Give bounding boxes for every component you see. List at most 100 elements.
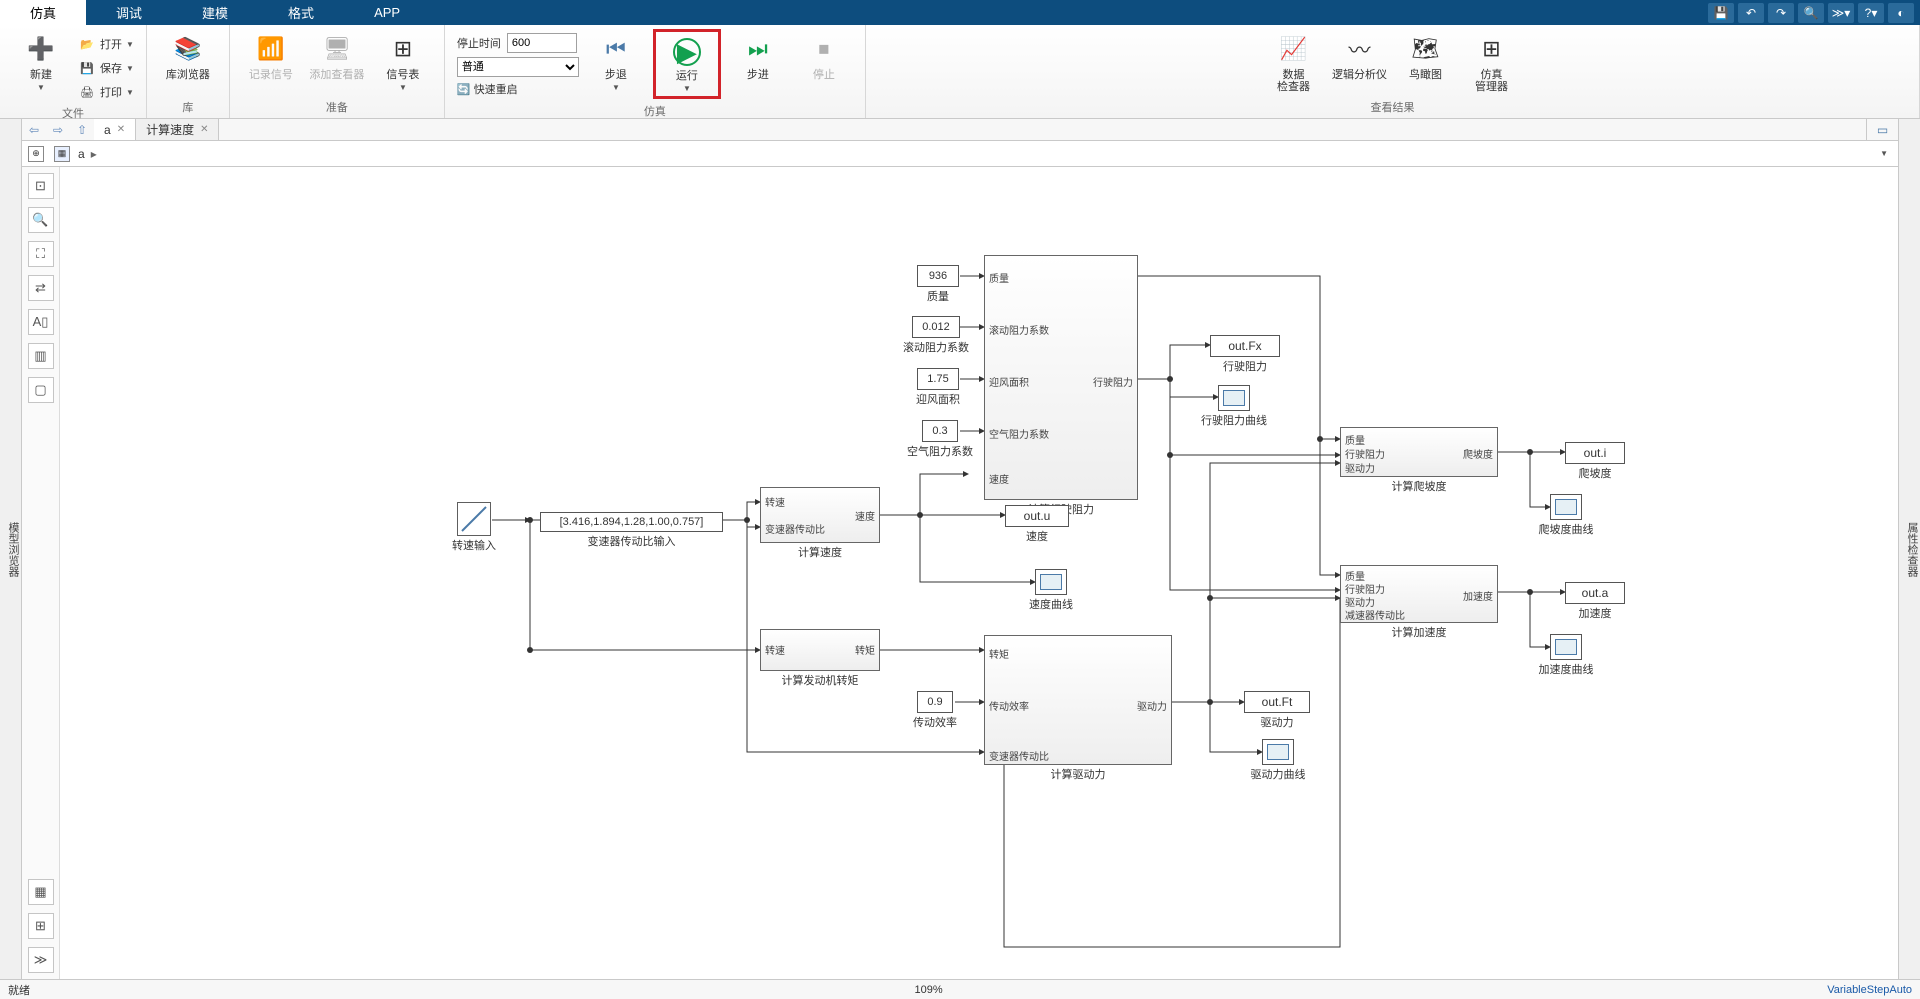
- simmgr-icon: ⊞: [1475, 33, 1507, 65]
- ribbon-group-review: 查看结果: [1370, 97, 1414, 118]
- more-icon[interactable]: ≫▾: [1828, 3, 1854, 23]
- block-aircoef[interactable]: 0.3空气阻力系数: [922, 420, 958, 442]
- status-solver[interactable]: VariableStepAuto: [1827, 984, 1912, 996]
- run-button[interactable]: ▶ 运行▼: [658, 34, 716, 94]
- block-calc-resistance[interactable]: 质量 滚动阻力系数 迎风面积 空气阻力系数 速度 行驶阻力 计算行驶阻力: [984, 255, 1138, 500]
- run-button-highlight: ▶ 运行▼: [653, 29, 721, 99]
- add-viewer-button[interactable]: 🖥 添加查看器: [308, 29, 366, 81]
- tab-simulation[interactable]: 仿真: [0, 0, 86, 25]
- save-icon[interactable]: 💾: [1708, 3, 1734, 23]
- block-calc-torque[interactable]: 转速 转矩 计算发动机转矩: [760, 629, 880, 671]
- breadcrumb-bar: ⊕ ▦ a ▸ ▼: [22, 141, 1898, 167]
- block-out-ft[interactable]: out.Ft驱动力: [1244, 691, 1310, 713]
- tab-format[interactable]: 格式: [258, 0, 344, 25]
- block-scope-i[interactable]: 爬坡度曲线: [1550, 494, 1582, 520]
- target-icon[interactable]: ⊕: [28, 146, 44, 162]
- ribbon-group-prepare: 准备: [326, 97, 348, 118]
- library-browser-button[interactable]: 📚 库浏览器: [159, 29, 217, 81]
- restart-icon: 🔄: [457, 84, 471, 96]
- tab-app[interactable]: APP: [344, 0, 430, 25]
- block-scope-u[interactable]: 速度曲线: [1035, 569, 1067, 595]
- block-scope-ft[interactable]: 驱动力曲线: [1262, 739, 1294, 765]
- block-calc-speed[interactable]: 转速 变速器传动比 速度 计算速度: [760, 487, 880, 543]
- birdeye-icon: 🗺: [1409, 33, 1441, 65]
- sim-manager-button[interactable]: ⊞ 仿真 管理器: [1462, 29, 1520, 93]
- fullscreen-icon[interactable]: ◐: [1888, 3, 1914, 23]
- print-button[interactable]: 🖨打印 ▼: [78, 81, 134, 103]
- step-back-icon: ⏮: [600, 33, 632, 65]
- data-inspector-button[interactable]: 📈 数据 检查器: [1264, 29, 1322, 93]
- status-bar: 就绪 109% VariableStepAuto: [0, 979, 1920, 999]
- table-icon: ⊞: [387, 33, 419, 65]
- breadcrumb-node[interactable]: a: [78, 147, 85, 161]
- block-out-u[interactable]: out.u速度: [1005, 505, 1069, 527]
- library-icon: 📚: [172, 33, 204, 65]
- stop-button[interactable]: ⏹ 停止: [795, 29, 853, 81]
- play-icon: ▶: [673, 38, 701, 66]
- area-button[interactable]: ▢: [28, 377, 54, 403]
- help-icon[interactable]: ?▾: [1858, 3, 1884, 23]
- ribbon: ➕ 新建▼ 📂打开 ▼ 💾保存 ▼ 🖨打印 ▼ 文件 📚 库浏览器 库: [0, 25, 1920, 119]
- image-button[interactable]: ▥: [28, 343, 54, 369]
- nav-back[interactable]: ⇦: [22, 119, 46, 140]
- close-icon[interactable]: ✕: [117, 124, 125, 135]
- redo-icon[interactable]: ↷: [1768, 3, 1794, 23]
- block-ramp[interactable]: 转速输入: [457, 502, 491, 536]
- step-forward-icon: ⏭: [742, 33, 774, 65]
- status-zoom[interactable]: 109%: [915, 984, 943, 996]
- block-calc-grade[interactable]: 质量 行驶阻力 驱动力 爬坡度 计算爬坡度: [1340, 427, 1498, 477]
- tab-modeling[interactable]: 建模: [172, 0, 258, 25]
- tool-2-button[interactable]: ⊞: [28, 913, 54, 939]
- autoarrange-button[interactable]: ⇄: [28, 275, 54, 301]
- block-gearratio[interactable]: [3.416,1.894,1.28,1.00,0.757] 变速器传动比输入: [540, 512, 723, 532]
- step-back-button[interactable]: ⏮ 步退▼: [587, 29, 645, 93]
- annotation-button[interactable]: A▯: [28, 309, 54, 335]
- block-calc-accel[interactable]: 质量 行驶阻力 驱动力 减速器传动比 加速度 计算加速度: [1340, 565, 1498, 623]
- undo-icon[interactable]: ↶: [1738, 3, 1764, 23]
- block-scope-fx[interactable]: 行驶阻力曲线: [1218, 385, 1250, 411]
- property-inspector-panel[interactable]: 属性检查器: [1898, 119, 1920, 979]
- fit-button[interactable]: ⛶: [28, 241, 54, 267]
- zoom-fit-button[interactable]: ⊡: [28, 173, 54, 199]
- tool-1-button[interactable]: ▦: [28, 879, 54, 905]
- model-canvas[interactable]: 转速输入 [3.416,1.894,1.28,1.00,0.757] 变速器传动…: [60, 167, 1898, 979]
- doc-tab-a[interactable]: a✕: [94, 119, 136, 140]
- block-mass[interactable]: 936质量: [917, 265, 959, 287]
- status-ready: 就绪: [8, 982, 30, 998]
- birdeye-button[interactable]: 🗺 鸟瞰图: [1396, 29, 1454, 81]
- log-signal-button[interactable]: 📶 记录信号: [242, 29, 300, 81]
- folder-icon: 📂: [78, 35, 96, 53]
- model-browser-panel[interactable]: 模型浏览器: [0, 119, 22, 979]
- fast-restart-button[interactable]: 🔄 快速重启: [457, 81, 518, 97]
- disk-icon: 💾: [78, 59, 96, 77]
- block-efficiency[interactable]: 0.9传动效率: [917, 691, 953, 713]
- doc-expand[interactable]: ▭: [1866, 119, 1898, 140]
- doc-tab-speed[interactable]: 计算速度✕: [136, 119, 219, 140]
- zoom-button[interactable]: 🔍: [28, 207, 54, 233]
- model-icon[interactable]: ▦: [54, 146, 70, 162]
- stop-time-input[interactable]: [507, 33, 577, 53]
- nav-up[interactable]: ⇧: [70, 119, 94, 140]
- tool-3-button[interactable]: ≫: [28, 947, 54, 973]
- new-button[interactable]: ➕ 新建▼: [12, 29, 70, 93]
- tab-debug[interactable]: 调试: [86, 0, 172, 25]
- signal-table-button[interactable]: ⊞ 信号表▼: [374, 29, 432, 93]
- canvas-toolbar: ⊡ 🔍 ⛶ ⇄ A▯ ▥ ▢ ▦ ⊞ ≫: [22, 167, 60, 979]
- step-forward-button[interactable]: ⏭ 步进: [729, 29, 787, 81]
- close-icon[interactable]: ✕: [200, 124, 208, 135]
- save-button[interactable]: 💾保存 ▼: [78, 57, 134, 79]
- stop-icon: ⏹: [808, 33, 840, 65]
- block-out-i[interactable]: out.i爬坡度: [1565, 442, 1625, 464]
- block-out-fx[interactable]: out.Fx行驶阻力: [1210, 335, 1280, 357]
- block-out-a[interactable]: out.a加速度: [1565, 582, 1625, 604]
- search-icon[interactable]: 🔍: [1798, 3, 1824, 23]
- open-button[interactable]: 📂打开 ▼: [78, 33, 134, 55]
- block-frontarea[interactable]: 1.75迎风面积: [917, 368, 959, 390]
- block-calc-drive[interactable]: 转矩 传动效率 变速器传动比 驱动力 计算驱动力: [984, 635, 1172, 765]
- block-rollcoef[interactable]: 0.012滚动阻力系数: [912, 316, 960, 338]
- logic-analyzer-button[interactable]: 〰 逻辑分析仪: [1330, 29, 1388, 81]
- sim-mode-select[interactable]: 普通: [457, 57, 579, 77]
- block-scope-a[interactable]: 加速度曲线: [1550, 634, 1582, 660]
- monitor-icon: 🖥: [321, 33, 353, 65]
- nav-fwd[interactable]: ⇨: [46, 119, 70, 140]
